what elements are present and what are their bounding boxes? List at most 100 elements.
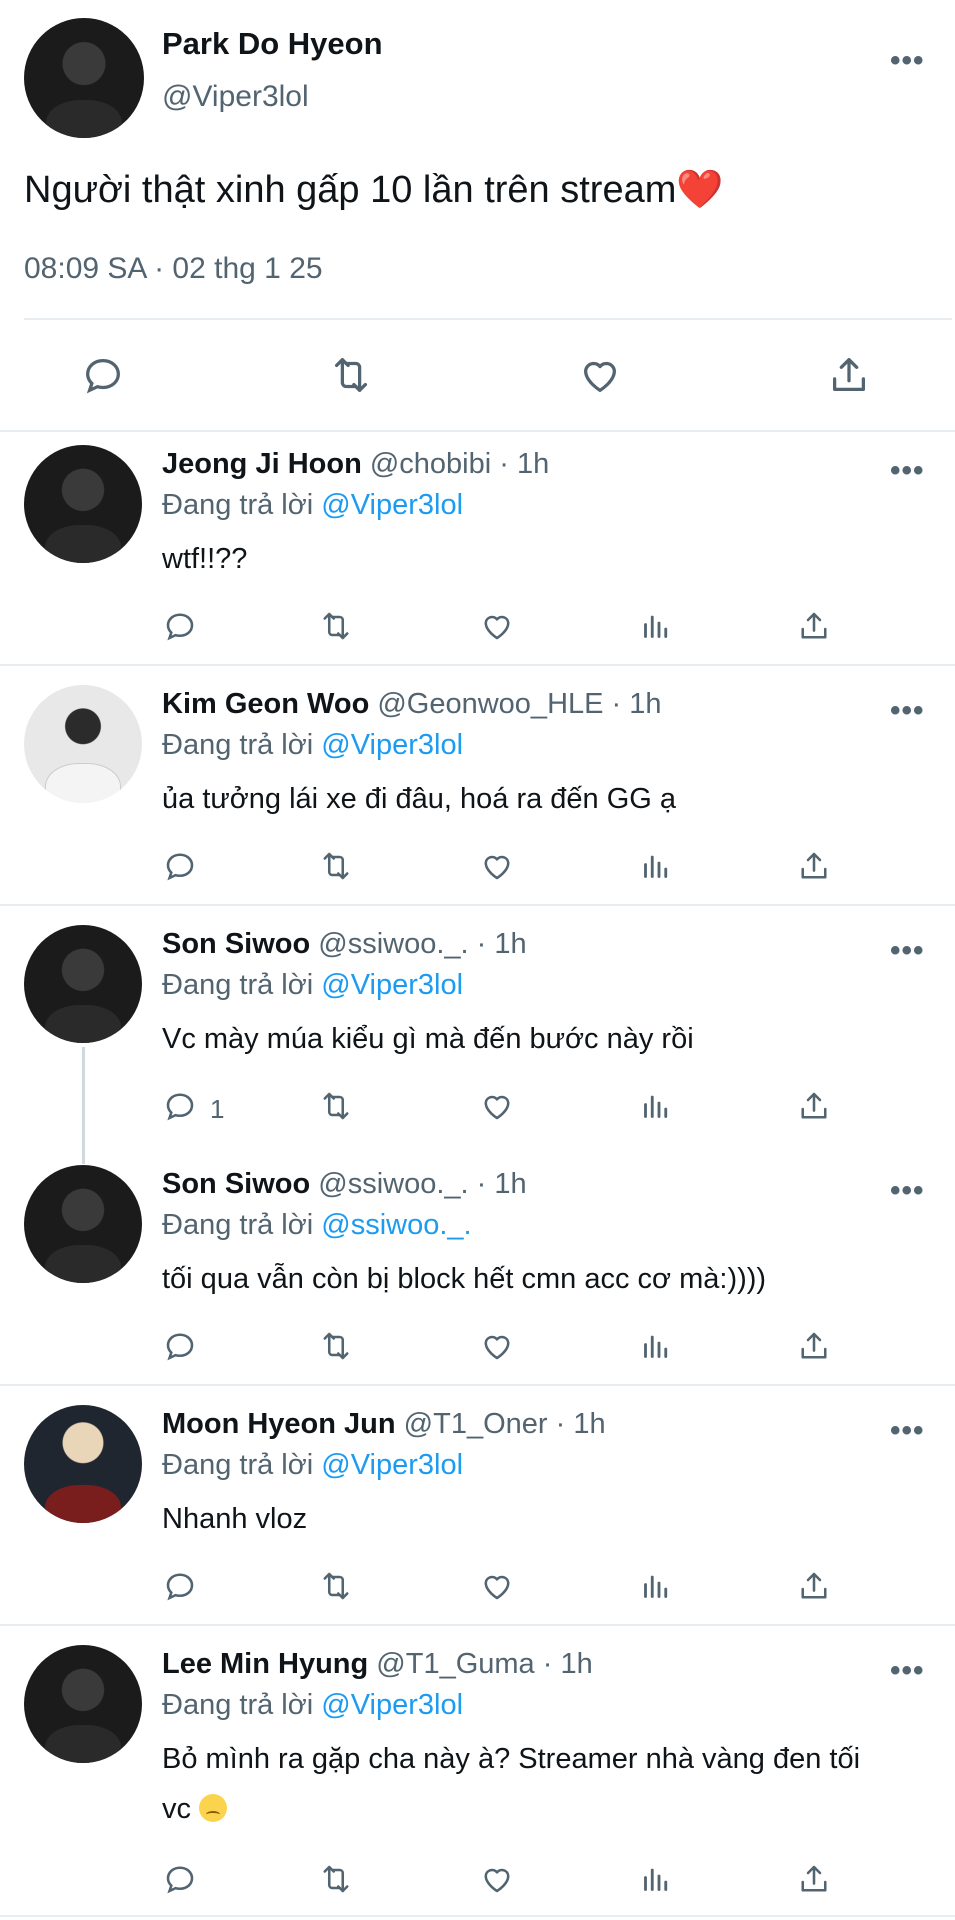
retweet-icon[interactable] bbox=[316, 1861, 356, 1897]
reply-text: Vc mày múa kiểu gì mà đến bước này rồi bbox=[162, 1023, 694, 1055]
like-icon[interactable] bbox=[478, 1861, 516, 1897]
retweet-icon[interactable] bbox=[316, 608, 356, 644]
reply-text-body: Bỏ mình ra gặp cha này à? Streamer nhà v… bbox=[162, 1743, 861, 1825]
like-icon[interactable] bbox=[478, 1568, 516, 1604]
author-name[interactable]: Park Do Hyeon bbox=[162, 26, 383, 62]
reply-icon[interactable] bbox=[162, 1861, 198, 1897]
avatar[interactable] bbox=[24, 1645, 142, 1763]
like-icon[interactable] bbox=[478, 1088, 516, 1124]
tweet-text-body: Người thật xinh gấp 10 lần trên stream bbox=[24, 169, 677, 211]
reply-text: Bỏ mình ra gặp cha này à? Streamer nhà v… bbox=[162, 1734, 862, 1834]
share-icon[interactable] bbox=[796, 1088, 832, 1124]
more-options-button[interactable]: ••• bbox=[890, 1176, 925, 1206]
like-icon[interactable] bbox=[577, 352, 623, 398]
divider bbox=[0, 664, 955, 666]
divider bbox=[0, 904, 955, 906]
replying-to-link[interactable]: @Viper3lol bbox=[321, 1449, 463, 1481]
reply-icon[interactable] bbox=[162, 1328, 198, 1364]
retweet-icon[interactable] bbox=[316, 1088, 356, 1124]
views-icon[interactable] bbox=[638, 848, 674, 884]
reply-handle-time: @ssiwoo._. · 1h bbox=[310, 1168, 527, 1200]
reply-handle-time: @T1_Oner · 1h bbox=[395, 1408, 606, 1440]
avatar[interactable] bbox=[24, 18, 144, 138]
reply-count: 1 bbox=[210, 1094, 225, 1124]
reply-author-name[interactable]: Moon Hyeon Jun bbox=[162, 1408, 396, 1440]
share-icon[interactable] bbox=[796, 1328, 832, 1364]
reply-handle-time: @chobibi · 1h bbox=[361, 448, 550, 480]
share-icon[interactable] bbox=[796, 1568, 832, 1604]
views-icon[interactable] bbox=[638, 1088, 674, 1124]
retweet-icon[interactable] bbox=[316, 1328, 356, 1364]
reply-icon[interactable] bbox=[162, 608, 198, 644]
replying-to: Đang trả lời @Viper3lol bbox=[162, 729, 463, 762]
replying-to-link[interactable]: @ssiwoo._. bbox=[321, 1209, 471, 1241]
replying-prefix: Đang trả lời bbox=[162, 729, 314, 761]
replying-to: Đang trả lời @Viper3lol bbox=[162, 1449, 463, 1482]
like-icon[interactable] bbox=[478, 1328, 516, 1364]
replying-to: Đang trả lời @Viper3lol bbox=[162, 969, 463, 1002]
replying-to: Đang trả lời @Viper3lol bbox=[162, 1689, 463, 1722]
divider bbox=[24, 318, 952, 320]
divider bbox=[0, 430, 955, 432]
divider bbox=[0, 1915, 955, 1917]
retweet-icon[interactable] bbox=[328, 352, 374, 398]
reply-author-name[interactable]: Lee Min Hyung bbox=[162, 1648, 368, 1680]
like-icon[interactable] bbox=[478, 848, 516, 884]
more-options-button[interactable]: ••• bbox=[890, 46, 925, 76]
replying-prefix: Đang trả lời bbox=[162, 1209, 314, 1241]
reply-header: Moon Hyeon Jun @T1_Oner · 1h bbox=[162, 1408, 606, 1441]
reply-header: Jeong Ji Hoon @chobibi · 1h bbox=[162, 448, 549, 481]
replying-to-link[interactable]: @Viper3lol bbox=[321, 489, 463, 521]
sad-emoji-icon bbox=[199, 1794, 228, 1822]
reply-icon[interactable] bbox=[80, 352, 126, 398]
replying-to-link[interactable]: @Viper3lol bbox=[321, 729, 463, 761]
reply-handle-time: @T1_Guma · 1h bbox=[368, 1648, 593, 1680]
reply-header: Kim Geon Woo @Geonwoo_HLE · 1h bbox=[162, 688, 662, 721]
reply-author-name[interactable]: Son Siwoo bbox=[162, 928, 310, 960]
reply-author-name[interactable]: Kim Geon Woo bbox=[162, 688, 369, 720]
views-icon[interactable] bbox=[638, 1328, 674, 1364]
avatar[interactable] bbox=[24, 1405, 142, 1523]
retweet-icon[interactable] bbox=[316, 1568, 356, 1604]
reply-handle-time: @Geonwoo_HLE · 1h bbox=[369, 688, 662, 720]
replying-prefix: Đang trả lời bbox=[162, 1449, 314, 1481]
reply-text: wtf!!?? bbox=[162, 543, 248, 575]
divider bbox=[0, 1384, 955, 1386]
author-handle[interactable]: @Viper3lol bbox=[162, 80, 309, 114]
reply-icon[interactable] bbox=[162, 1088, 198, 1124]
more-options-button[interactable]: ••• bbox=[890, 1656, 925, 1686]
avatar[interactable] bbox=[24, 1165, 142, 1283]
reply-author-name[interactable]: Jeong Ji Hoon bbox=[162, 448, 362, 480]
share-icon[interactable] bbox=[796, 848, 832, 884]
tweet-timestamp[interactable]: 08:09 SA · 02 thg 1 25 bbox=[24, 252, 323, 286]
views-icon[interactable] bbox=[638, 608, 674, 644]
avatar[interactable] bbox=[24, 445, 142, 563]
more-options-button[interactable]: ••• bbox=[890, 696, 925, 726]
replying-to-link[interactable]: @Viper3lol bbox=[321, 1689, 463, 1721]
reply-icon[interactable] bbox=[162, 848, 198, 884]
replying-prefix: Đang trả lời bbox=[162, 489, 314, 521]
replying-to-link[interactable]: @Viper3lol bbox=[321, 969, 463, 1001]
avatar[interactable] bbox=[24, 925, 142, 1043]
retweet-icon[interactable] bbox=[316, 848, 356, 884]
heart-emoji-icon: ❤️ bbox=[676, 169, 724, 211]
replying-prefix: Đang trả lời bbox=[162, 1689, 314, 1721]
share-icon[interactable] bbox=[826, 352, 872, 398]
views-icon[interactable] bbox=[638, 1568, 674, 1604]
like-icon[interactable] bbox=[478, 608, 516, 644]
reply-author-name[interactable]: Son Siwoo bbox=[162, 1168, 310, 1200]
reply-handle-time: @ssiwoo._. · 1h bbox=[310, 928, 527, 960]
views-icon[interactable] bbox=[638, 1861, 674, 1897]
reply-icon[interactable] bbox=[162, 1568, 198, 1604]
tweet-text: Người thật xinh gấp 10 lần trên stream❤️ bbox=[24, 168, 724, 212]
more-options-button[interactable]: ••• bbox=[890, 1416, 925, 1446]
reply-header: Son Siwoo @ssiwoo._. · 1h bbox=[162, 1168, 527, 1201]
replying-prefix: Đang trả lời bbox=[162, 969, 314, 1001]
avatar[interactable] bbox=[24, 685, 142, 803]
share-icon[interactable] bbox=[796, 1861, 832, 1897]
reply-text: Nhanh vloz bbox=[162, 1503, 308, 1535]
share-icon[interactable] bbox=[796, 608, 832, 644]
replying-to: Đang trả lời @Viper3lol bbox=[162, 489, 463, 522]
more-options-button[interactable]: ••• bbox=[890, 456, 925, 486]
more-options-button[interactable]: ••• bbox=[890, 936, 925, 966]
